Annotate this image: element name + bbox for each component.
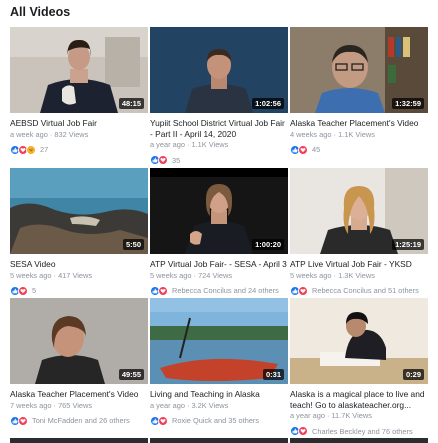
reaction-summary: Roxie Quick and 35 others (150, 415, 288, 427)
video-card[interactable]: 0:31 Living and Teaching in Alaska a yea… (150, 298, 288, 427)
video-duration: 1:32:59 (392, 98, 424, 109)
reaction-count[interactable]: 5 (32, 286, 36, 295)
reaction-icons[interactable] (10, 285, 28, 296)
reaction-count[interactable]: Rebecca Concilus and 24 others (172, 286, 279, 295)
video-duration: 0:29 (402, 369, 424, 380)
heart-icon[interactable] (158, 155, 168, 165)
video-title[interactable]: Living and Teaching in Alaska (150, 389, 288, 400)
reaction-summary: 35 (150, 154, 288, 166)
video-title[interactable]: Alaska Teacher Placement's Video (290, 118, 428, 129)
video-title[interactable]: Yupiit School District Virtual Job Fair … (150, 118, 288, 139)
reaction-summary: 45 (290, 144, 428, 156)
video-thumbnail[interactable]: 49:55 (10, 298, 148, 384)
video-card[interactable]: 1:00:20 ATP Virtual Job Fair- - SESA - A… (150, 168, 288, 297)
reaction-count[interactable]: 35 (172, 156, 180, 165)
reaction-summary: Rebecca Concilus and 51 others (290, 285, 428, 297)
reaction-summary: Rebecca Concilus and 24 others (150, 285, 288, 297)
heart-icon[interactable] (158, 285, 168, 296)
video-card[interactable]: 0:29 Alaska is a magical place to live a… (290, 298, 428, 437)
video-thumbnail[interactable]: 0:29 (290, 298, 428, 384)
video-duration: 5:50 (122, 239, 144, 250)
reaction-icons[interactable] (290, 426, 308, 436)
video-thumbnail[interactable]: 1:00:20 (150, 168, 288, 254)
laugh-icon[interactable] (26, 144, 36, 155)
reaction-icons[interactable] (10, 415, 28, 426)
reaction-count[interactable]: Rebecca Concilus and 51 others (312, 286, 419, 295)
video-meta: 5 weeks ago · 417 Views (10, 270, 93, 280)
video-duration: 1:02:56 (252, 98, 284, 109)
heart-icon[interactable] (18, 285, 28, 296)
video-duration: 1:00:20 (252, 239, 284, 250)
reaction-summary: 27 (10, 144, 148, 156)
video-title[interactable]: ATP Virtual Job Fair- - SESA - April 3 (150, 259, 288, 270)
video-title[interactable]: ATP Live Virtual Job Fair - YKSD (290, 259, 428, 270)
reaction-icons[interactable] (290, 285, 308, 296)
video-thumbnail[interactable]: 1:32:59 (290, 27, 428, 113)
video-title[interactable]: SESA Video (10, 259, 148, 270)
heart-icon[interactable] (298, 144, 308, 155)
video-meta: 5 weeks ago · 1.3K Views (290, 270, 375, 280)
heart-icon[interactable] (298, 426, 308, 436)
video-meta: a week ago · 832 Views (10, 129, 89, 139)
video-card[interactable]: 1:32:59 Alaska Teacher Placement's Video… (290, 27, 428, 156)
video-duration: 49:55 (118, 369, 144, 380)
video-duration: 1:25:19 (392, 239, 424, 250)
video-duration: 0:31 (262, 369, 284, 380)
video-meta: a year ago · 3.2K Views (150, 400, 229, 410)
video-title[interactable]: Alaska is a magical place to live and te… (290, 389, 428, 410)
reaction-summary: Toni McFadden and 26 others (10, 415, 148, 427)
video-duration: 48:15 (118, 98, 144, 109)
heart-icon[interactable] (18, 415, 28, 426)
reaction-icons[interactable] (150, 415, 168, 426)
video-thumbnail[interactable]: 1:02:56 (150, 27, 288, 113)
reaction-count[interactable]: Charles Beckley and 76 others (312, 427, 413, 436)
video-card[interactable]: 1:02:56 Yupiit School District Virtual J… (150, 27, 288, 166)
reaction-summary: 5 (10, 285, 148, 297)
video-thumbnail-partial[interactable] (290, 438, 428, 443)
video-title[interactable]: AEBSD Virtual Job Fair (10, 118, 148, 129)
video-card[interactable]: 5:50 SESA Video 5 weeks ago · 417 Views … (10, 168, 148, 297)
video-thumbnail-partial[interactable] (150, 438, 288, 443)
reaction-count[interactable]: Toni McFadden and 26 others (32, 416, 130, 425)
reaction-summary: Charles Beckley and 76 others (290, 425, 428, 437)
reaction-count[interactable]: Roxie Quick and 35 others (172, 416, 259, 425)
reaction-count[interactable]: 45 (312, 145, 320, 154)
video-meta: a year ago · 1.1K Views (150, 140, 229, 149)
reaction-icons[interactable] (290, 144, 308, 155)
video-thumbnail[interactable]: 5:50 (10, 168, 148, 254)
reaction-count[interactable]: 27 (40, 145, 48, 154)
video-card[interactable]: 1:25:19 ATP Live Virtual Job Fair - YKSD… (290, 168, 428, 297)
video-title[interactable]: Alaska Teacher Placement's Video (10, 389, 148, 400)
video-meta: 4 weeks ago · 1.1K Views (290, 129, 375, 139)
heart-icon[interactable] (158, 415, 168, 426)
reaction-icons[interactable] (150, 155, 168, 165)
video-meta: 7 weeks ago · 765 Views (10, 400, 93, 410)
video-grid: 48:15 AEBSD Virtual Job Fair a week ago … (0, 0, 438, 443)
video-meta: 5 weeks ago · 724 Views (150, 270, 233, 280)
reaction-icons[interactable] (150, 285, 168, 296)
video-thumbnail[interactable]: 1:25:19 (290, 168, 428, 254)
video-card[interactable]: 49:55 Alaska Teacher Placement's Video 7… (10, 298, 148, 427)
reaction-icons[interactable] (10, 144, 36, 155)
video-thumbnail[interactable]: 48:15 (10, 27, 148, 113)
video-thumbnail[interactable]: 0:31 (150, 298, 288, 384)
heart-icon[interactable] (298, 285, 308, 296)
video-thumbnail-partial[interactable] (10, 438, 148, 443)
video-meta: a year ago · 11.7K Views (290, 411, 372, 420)
video-card[interactable]: 48:15 AEBSD Virtual Job Fair a week ago … (10, 27, 148, 156)
